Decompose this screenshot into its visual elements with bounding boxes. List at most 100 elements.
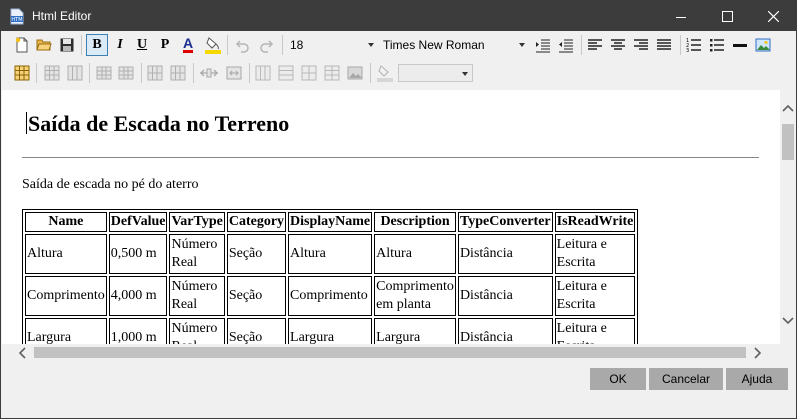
horizontal-rule — [22, 157, 759, 158]
bulleted-list-button[interactable] — [706, 34, 728, 56]
delete-row-button[interactable] — [252, 62, 274, 84]
horizontal-scrollbar[interactable] — [2, 344, 780, 361]
column-header: Description — [374, 212, 456, 232]
outdent-button[interactable] — [555, 34, 577, 56]
window-title: Html Editor — [32, 9, 92, 23]
highlight-color-button[interactable] — [202, 34, 224, 56]
split-cells-icon — [226, 66, 242, 80]
close-icon — [767, 11, 779, 22]
outdent-icon — [559, 39, 573, 53]
insert-row-above-button[interactable] — [93, 62, 115, 84]
numbered-list-button[interactable]: 123 — [683, 34, 705, 56]
paragraph-icon: P — [160, 37, 170, 52]
indent-button[interactable] — [532, 34, 554, 56]
redo-button[interactable] — [255, 34, 277, 56]
table-cell: Leitura e Escrita — [554, 276, 636, 316]
table-cell: Leitura e Escrita — [554, 234, 636, 274]
delete-row-icon — [255, 65, 271, 81]
align-center-icon — [611, 39, 625, 50]
chevron-right-icon — [754, 346, 762, 359]
insert-image-button[interactable] — [752, 34, 774, 56]
justify-button[interactable] — [653, 34, 675, 56]
document-heading: Saída de Escada no Terreno — [28, 111, 290, 136]
delete-column-button[interactable] — [275, 62, 297, 84]
table-row: Largura 1,000 m Número Real Seção Largur… — [25, 318, 636, 344]
font-size-select[interactable]: 18 — [290, 36, 378, 54]
table-cell: Seção — [226, 276, 287, 316]
new-button[interactable] — [11, 34, 33, 56]
vertical-scrollbar[interactable] — [780, 90, 796, 344]
horizontal-rule-icon — [733, 44, 747, 47]
numbered-list-icon: 123 — [686, 38, 701, 53]
bulleted-list-icon — [710, 39, 724, 52]
merge-cells-icon — [200, 68, 218, 78]
align-left-button[interactable] — [584, 34, 606, 56]
chevron-down-icon — [782, 317, 794, 325]
italic-button[interactable]: I — [109, 34, 131, 56]
insert-row-below-button[interactable] — [115, 62, 137, 84]
ok-button[interactable]: OK — [590, 368, 646, 390]
table-image-button[interactable] — [344, 62, 366, 84]
maximize-icon — [721, 11, 733, 22]
save-button[interactable] — [56, 34, 78, 56]
horizontal-rule-button[interactable] — [729, 34, 751, 56]
column-header: VarType — [169, 212, 225, 232]
justify-icon — [657, 39, 671, 50]
delete-column-icon — [278, 65, 294, 81]
chevron-up-icon — [782, 104, 794, 112]
table-image-icon — [347, 66, 363, 80]
svg-text:HTM: HTM — [11, 17, 22, 23]
font-name-select[interactable]: Times New Roman — [383, 36, 529, 54]
chevron-down-icon — [519, 43, 525, 47]
merge-cells-button[interactable] — [198, 62, 220, 84]
style-select[interactable] — [398, 64, 473, 82]
align-right-button[interactable] — [630, 34, 652, 56]
insert-row-below-icon — [118, 66, 134, 80]
cell-align-icon — [324, 65, 340, 81]
undo-icon — [235, 40, 249, 53]
font-name-value: Times New Roman — [383, 38, 485, 52]
chevron-down-icon — [462, 72, 468, 76]
table-cell: Largura — [374, 318, 456, 344]
table-layout-button[interactable] — [64, 62, 86, 84]
minimize-icon — [676, 16, 686, 18]
table-properties-button[interactable] — [41, 62, 63, 84]
table-cell: Seção — [226, 318, 287, 344]
minimize-button[interactable] — [658, 1, 704, 32]
insert-column-right-button[interactable] — [167, 62, 189, 84]
fill-color-button[interactable] — [374, 62, 396, 84]
split-cells-button[interactable] — [223, 62, 245, 84]
underline-button[interactable]: U — [131, 34, 153, 56]
column-header: DefValue — [108, 212, 168, 232]
cell-align-button[interactable] — [321, 62, 343, 84]
scroll-left-button[interactable] — [16, 346, 28, 359]
editor-area[interactable]: Saída de Escada no Terreno Saída de esca… — [2, 90, 780, 344]
maximize-button[interactable] — [704, 1, 750, 32]
table-cell: Altura — [288, 234, 373, 274]
horizontal-scroll-thumb[interactable] — [34, 347, 746, 358]
font-color-icon: A — [182, 35, 194, 53]
insert-column-left-button[interactable] — [144, 62, 166, 84]
vertical-scroll-thumb[interactable] — [782, 124, 794, 160]
scroll-down-button[interactable] — [782, 315, 794, 327]
insert-table-button[interactable] — [11, 62, 33, 84]
align-center-button[interactable] — [607, 34, 629, 56]
paragraph-button[interactable]: P — [154, 34, 176, 56]
column-header: Name — [25, 212, 107, 232]
close-button[interactable] — [750, 1, 796, 32]
bold-button[interactable]: B — [86, 34, 108, 56]
help-button[interactable]: Ajuda — [726, 368, 788, 390]
scroll-right-button[interactable] — [752, 346, 764, 359]
undo-button[interactable] — [232, 34, 254, 56]
table-cell: Número Real — [169, 234, 225, 274]
open-button[interactable] — [33, 34, 55, 56]
column-header: IsReadWrite — [554, 212, 636, 232]
table-cell: Largura — [288, 318, 373, 344]
table-cell: Distância — [457, 318, 553, 344]
title-bar[interactable]: HTM Html Editor — [1, 1, 796, 32]
cell-properties-button[interactable] — [298, 62, 320, 84]
cancel-button[interactable]: Cancelar — [649, 368, 723, 390]
font-color-button[interactable]: A — [177, 34, 199, 56]
scroll-up-button[interactable] — [782, 102, 794, 114]
table-row: Comprimento 4,000 m Número Real Seção Co… — [25, 276, 636, 316]
